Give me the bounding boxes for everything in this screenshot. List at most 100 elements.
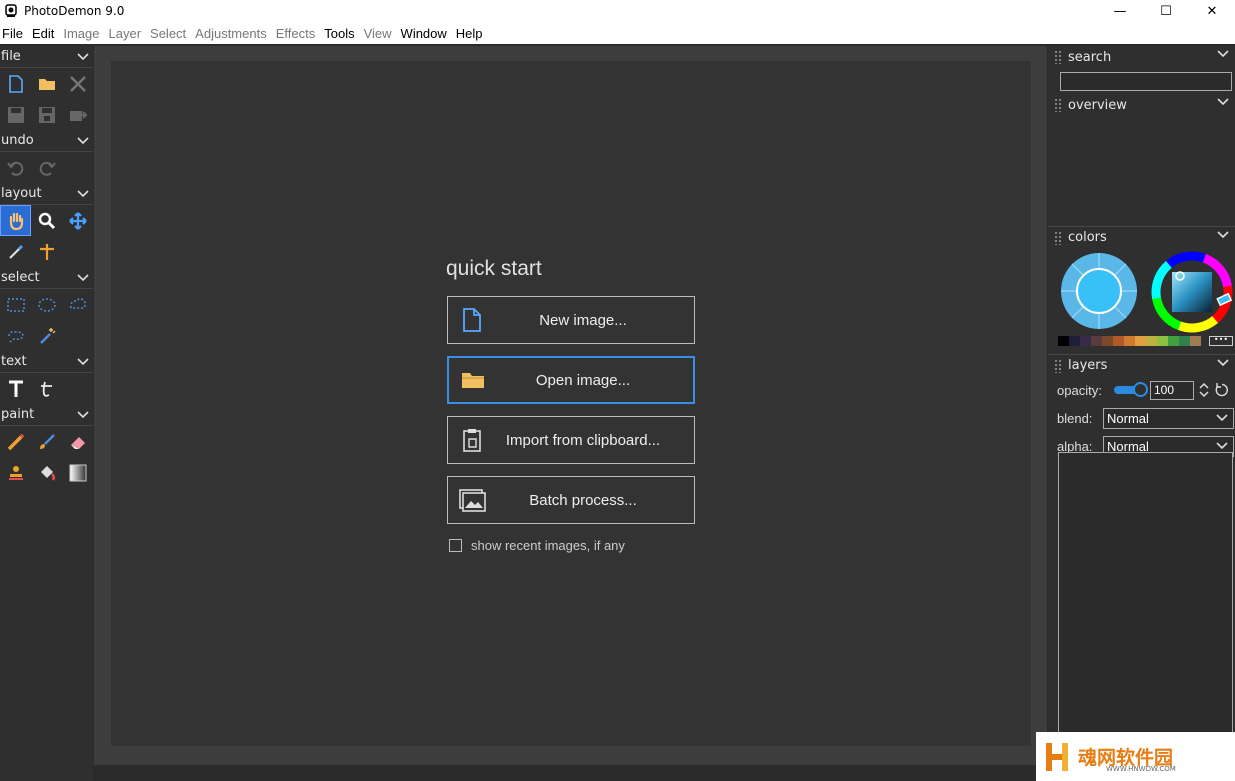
palette-swatch[interactable] xyxy=(1168,336,1179,346)
minimize-button[interactable]: — xyxy=(1097,0,1143,22)
menu-help[interactable]: Help xyxy=(454,26,490,41)
zoom-tool[interactable] xyxy=(31,205,62,236)
search-panel-header[interactable]: search xyxy=(1048,46,1235,68)
color-palette[interactable]: ••• xyxy=(1058,336,1235,347)
search-input[interactable] xyxy=(1060,72,1232,91)
hand-tool[interactable] xyxy=(0,205,31,236)
export-tool[interactable] xyxy=(62,99,93,130)
overview-panel-header[interactable]: overview xyxy=(1048,94,1235,116)
toolbox: file undo layout select text paint xyxy=(0,46,93,781)
watermark-logo xyxy=(1046,742,1068,771)
menu-edit[interactable]: Edit xyxy=(30,26,61,41)
palette-swatch[interactable] xyxy=(1102,336,1113,346)
reset-icon[interactable] xyxy=(1214,382,1230,398)
palette-swatch[interactable] xyxy=(1113,336,1124,346)
new-image-tool[interactable] xyxy=(0,68,31,99)
palette-swatch[interactable] xyxy=(1069,336,1080,346)
layers-panel-header[interactable]: layers xyxy=(1048,354,1235,376)
polygon-select-tool[interactable] xyxy=(0,320,31,351)
fill-tool[interactable] xyxy=(31,457,62,488)
polygon-select-icon xyxy=(7,330,24,343)
text-tool[interactable] xyxy=(0,373,31,404)
toolbox-layout-header[interactable]: layout xyxy=(0,183,93,205)
palette-more-button[interactable]: ••• xyxy=(1209,336,1233,346)
opacity-slider[interactable] xyxy=(1114,382,1148,397)
eyedropper-icon xyxy=(8,244,23,259)
chevron-down-icon xyxy=(1217,231,1229,239)
chevron-down-icon xyxy=(1216,441,1228,449)
grip-icon[interactable] xyxy=(1054,98,1062,112)
menu-effects[interactable]: Effects xyxy=(274,26,323,41)
rect-select-icon xyxy=(6,297,25,312)
palette-swatch[interactable] xyxy=(1135,336,1146,346)
blend-dropdown[interactable]: Normal xyxy=(1103,407,1234,429)
menu-tools[interactable]: Tools xyxy=(322,26,361,41)
import-clipboard-button[interactable]: Import from clipboard... xyxy=(447,416,695,464)
menu-adjustments[interactable]: Adjustments xyxy=(193,26,274,41)
eyedropper-tool[interactable] xyxy=(0,236,31,267)
menu-file[interactable]: File xyxy=(0,26,30,41)
ellipse-select-icon xyxy=(37,297,56,312)
toolbox-paint-header[interactable]: paint xyxy=(0,404,93,426)
palette-swatch[interactable] xyxy=(1179,336,1190,346)
app-icon xyxy=(5,4,17,17)
palette-swatch[interactable] xyxy=(1146,336,1157,346)
open-image-label: Open image... xyxy=(535,371,631,389)
new-image-button[interactable]: New image... xyxy=(447,296,695,344)
palette-swatch[interactable] xyxy=(1058,336,1069,346)
undo-tool[interactable] xyxy=(0,152,31,183)
checkbox-box[interactable] xyxy=(449,539,462,552)
palette-swatch[interactable] xyxy=(1157,336,1168,346)
batch-process-button[interactable]: Batch process... xyxy=(447,476,695,524)
save-tool[interactable] xyxy=(0,99,31,130)
rect-select-tool[interactable] xyxy=(0,289,31,320)
gradient-tool[interactable] xyxy=(62,457,93,488)
toolbox-file-header[interactable]: file xyxy=(0,46,93,68)
typography-tool[interactable] xyxy=(31,373,62,404)
lasso-select-tool[interactable] xyxy=(62,289,93,320)
menu-window[interactable]: Window xyxy=(399,26,454,41)
eraser-tool[interactable] xyxy=(62,426,93,457)
color-wheel[interactable] xyxy=(1150,250,1234,334)
slider-knob[interactable] xyxy=(1133,382,1148,397)
grip-icon[interactable] xyxy=(1054,50,1062,64)
open-image-button[interactable]: Open image... xyxy=(447,356,695,404)
save-as-tool[interactable] xyxy=(31,99,62,130)
grip-icon[interactable] xyxy=(1054,358,1062,373)
toolbox-text-header[interactable]: text xyxy=(0,351,93,373)
palette-swatch[interactable] xyxy=(1091,336,1102,346)
color-history-wheel[interactable] xyxy=(1058,250,1140,332)
colors-panel-header[interactable]: colors xyxy=(1048,226,1235,248)
grip-icon[interactable] xyxy=(1054,230,1062,245)
open-image-tool[interactable] xyxy=(31,68,62,99)
chevron-down-icon xyxy=(77,136,89,144)
move-tool[interactable] xyxy=(62,205,93,236)
clone-stamp-tool[interactable] xyxy=(0,457,31,488)
hand-icon xyxy=(9,212,23,230)
menu-view[interactable]: View xyxy=(362,26,399,41)
menu-layer[interactable]: Layer xyxy=(107,26,149,41)
close-image-tool[interactable] xyxy=(62,68,93,99)
redo-tool[interactable] xyxy=(31,152,62,183)
chevron-down-icon xyxy=(1217,98,1229,106)
brush-tool[interactable] xyxy=(31,426,62,457)
toolbox-undo-header[interactable]: undo xyxy=(0,130,93,152)
menu-select[interactable]: Select xyxy=(148,26,193,41)
close-button[interactable]: ✕ xyxy=(1189,0,1235,22)
spinner-icon[interactable] xyxy=(1198,381,1210,399)
palette-swatch[interactable] xyxy=(1190,336,1201,346)
crop-tool[interactable] xyxy=(31,236,62,267)
chevron-down-icon xyxy=(77,52,89,60)
palette-swatch[interactable] xyxy=(1080,336,1091,346)
palette-swatch[interactable] xyxy=(1124,336,1135,346)
opacity-input[interactable]: 100 xyxy=(1150,380,1194,400)
toolbox-select-header[interactable]: select xyxy=(0,267,93,289)
menu-image[interactable]: Image xyxy=(61,26,106,41)
ellipse-select-tool[interactable] xyxy=(31,289,62,320)
show-recent-checkbox[interactable]: show recent images, if any xyxy=(449,538,625,553)
maximize-button[interactable]: ☐ xyxy=(1143,0,1189,22)
save-icon xyxy=(7,106,24,123)
batch-images-icon xyxy=(459,489,486,512)
pencil-tool[interactable] xyxy=(0,426,31,457)
magic-wand-tool[interactable] xyxy=(31,320,62,351)
